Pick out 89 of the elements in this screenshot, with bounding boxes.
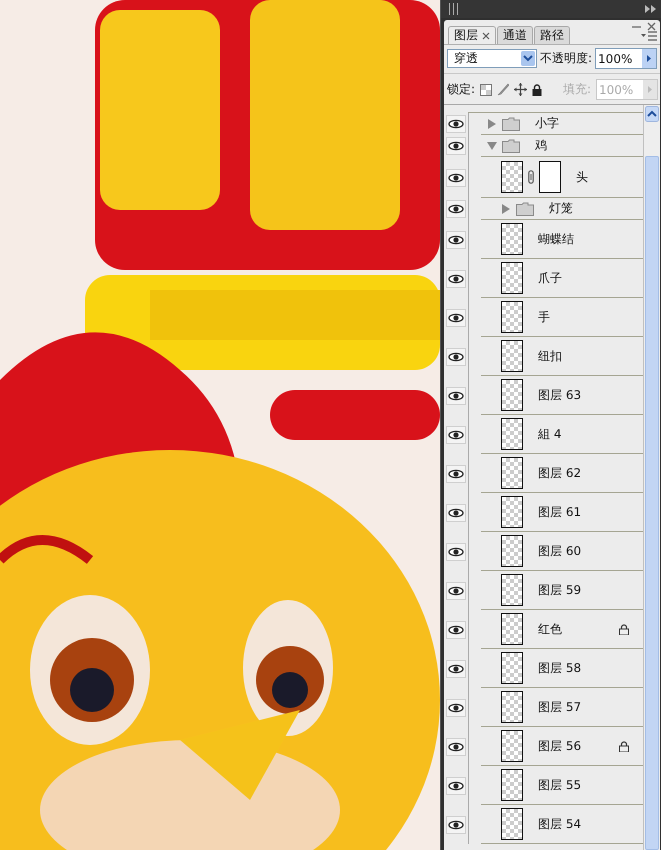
layer-name[interactable]: 图层 63 bbox=[538, 386, 582, 404]
layer-name[interactable]: 头 bbox=[576, 168, 588, 186]
panel-menu-icon[interactable] bbox=[641, 31, 657, 41]
layer-thumbnail bbox=[501, 301, 523, 333]
eye-icon[interactable] bbox=[446, 137, 466, 155]
tab-label[interactable]: 图层 bbox=[454, 27, 478, 44]
eye-icon[interactable] bbox=[446, 200, 466, 218]
panel-tab[interactable]: 通道 bbox=[497, 26, 533, 44]
layer-name[interactable]: 鸡 bbox=[535, 137, 547, 154]
eye-icon[interactable] bbox=[446, 660, 466, 678]
layer-thumbnail bbox=[501, 161, 523, 193]
expand-arrow-icon[interactable] bbox=[487, 140, 497, 150]
eye-icon[interactable] bbox=[446, 542, 466, 560]
layer-name[interactable]: 图层 62 bbox=[538, 464, 582, 482]
layer-thumbnail bbox=[501, 223, 523, 255]
lock-label: 锁定: bbox=[447, 81, 476, 98]
fill-label: 填充: bbox=[562, 81, 591, 98]
layer-thumbnail bbox=[501, 262, 523, 294]
opacity-label: 不透明度: bbox=[540, 50, 592, 67]
layer-name[interactable]: 手 bbox=[538, 308, 550, 326]
dropdown-icon[interactable] bbox=[521, 51, 535, 66]
layer-thumbnail bbox=[501, 340, 523, 372]
lock-icon[interactable] bbox=[532, 84, 542, 96]
layer-name[interactable]: 小字 bbox=[535, 115, 559, 132]
eye-icon[interactable] bbox=[446, 504, 466, 522]
layer-thumbnail bbox=[501, 496, 523, 528]
eye-icon[interactable] bbox=[446, 348, 466, 366]
eye-icon[interactable] bbox=[446, 776, 466, 794]
move-icon[interactable] bbox=[514, 83, 528, 96]
scrollbar[interactable] bbox=[644, 105, 660, 850]
tab-label[interactable]: 路径 bbox=[540, 27, 564, 44]
layer-name[interactable]: 红色 bbox=[538, 620, 562, 638]
layer-thumbnail bbox=[501, 808, 523, 840]
layer-thumbnail bbox=[501, 769, 523, 801]
eye-icon[interactable] bbox=[446, 738, 466, 756]
layer-name[interactable]: 图层 59 bbox=[538, 582, 582, 598]
layer-name[interactable]: 組 4 bbox=[538, 426, 562, 442]
layer-name[interactable]: 图层 61 bbox=[538, 504, 582, 520]
layer-name[interactable]: 蝴蝶结 bbox=[538, 230, 574, 248]
eye-icon[interactable] bbox=[446, 816, 466, 834]
layer-name[interactable]: 图层 56 bbox=[538, 738, 582, 754]
eye-icon[interactable] bbox=[446, 270, 466, 288]
layer-thumbnail bbox=[501, 613, 523, 645]
layer-name[interactable]: 图层 55 bbox=[538, 776, 582, 794]
eye-icon[interactable] bbox=[446, 426, 466, 444]
layer-thumbnail bbox=[501, 418, 523, 450]
eye-icon[interactable] bbox=[446, 698, 466, 716]
panel-tab[interactable]: 图层 bbox=[448, 26, 496, 44]
expand-arrow-icon[interactable] bbox=[501, 204, 511, 214]
layer-thumbnail bbox=[501, 691, 523, 723]
scrollbar-thumb[interactable] bbox=[645, 156, 659, 850]
eye-icon[interactable] bbox=[446, 464, 466, 482]
brush-icon[interactable] bbox=[497, 83, 510, 96]
blend-mode-dropdown[interactable]: 穿透 bbox=[447, 49, 537, 68]
layer-name[interactable]: 灯笼 bbox=[549, 200, 573, 217]
layer-thumbnail bbox=[501, 535, 523, 567]
layer-name[interactable]: 图层 60 bbox=[538, 542, 582, 560]
eye-icon[interactable] bbox=[446, 308, 466, 326]
folder-icon bbox=[516, 202, 534, 216]
layer-name[interactable]: 图层 58 bbox=[538, 660, 582, 676]
layer-thumbnail bbox=[501, 730, 523, 762]
eye-icon[interactable] bbox=[446, 386, 466, 404]
eye-icon[interactable] bbox=[446, 230, 466, 248]
eye-icon[interactable] bbox=[446, 115, 466, 133]
eye-icon[interactable] bbox=[446, 168, 466, 186]
layer-thumbnail bbox=[501, 379, 523, 411]
collapse-icon[interactable] bbox=[645, 5, 657, 13]
layer-name[interactable]: 爪子 bbox=[538, 270, 562, 286]
folder-icon bbox=[502, 116, 520, 130]
layer-thumbnail bbox=[501, 457, 523, 489]
close-icon[interactable] bbox=[647, 22, 656, 31]
layer-name[interactable]: 图层 57 bbox=[538, 698, 582, 716]
opacity-field[interactable]: 100% bbox=[595, 48, 658, 69]
layer-thumbnail bbox=[501, 574, 523, 606]
panel-tab[interactable]: 路径 bbox=[534, 26, 570, 44]
scroll-up-icon[interactable] bbox=[645, 106, 659, 122]
checkerboard-icon[interactable] bbox=[480, 84, 492, 96]
grip-icon[interactable] bbox=[449, 3, 458, 15]
close-icon[interactable] bbox=[482, 32, 490, 40]
folder-icon bbox=[502, 138, 520, 152]
layer-thumbnail bbox=[501, 652, 523, 684]
link-icon[interactable] bbox=[528, 170, 534, 184]
eye-icon[interactable] bbox=[446, 620, 466, 638]
eye-icon[interactable] bbox=[446, 582, 466, 600]
expand-arrow-icon[interactable] bbox=[487, 118, 497, 128]
mask-thumbnail bbox=[539, 161, 561, 193]
tab-label[interactable]: 通道 bbox=[503, 27, 527, 44]
layer-name[interactable]: 图层 54 bbox=[538, 816, 582, 832]
layer-name[interactable]: 纽扣 bbox=[538, 348, 562, 364]
